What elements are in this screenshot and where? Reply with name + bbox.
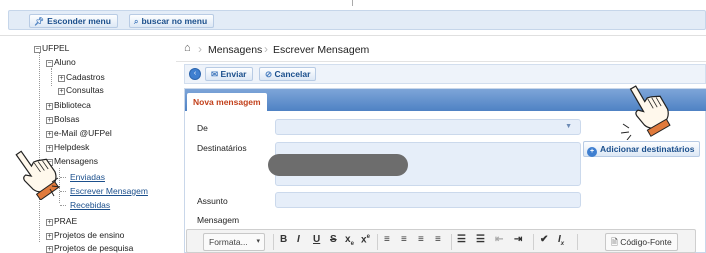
expand-icon[interactable]: + — [58, 88, 65, 95]
strikethrough-icon[interactable]: S — [330, 234, 337, 245]
tree-item-prae[interactable]: + PRAE — [46, 216, 77, 226]
breadcrumb-mensagens[interactable]: Mensagens — [208, 44, 262, 56]
tab-nova-mensagem[interactable]: Nova mensagem — [187, 93, 267, 111]
menu-toolbar: 📌︎ Esconder menu ⌕ buscar no menu — [8, 10, 706, 30]
editor-toolbar: Formata... ▾ B I U S xe xe ≡ ≡ ≡ ≡ ☰ ☰ ⇤ … — [186, 229, 696, 253]
remove-format-icon[interactable]: Ix — [558, 234, 564, 247]
numbered-list-icon[interactable]: ☰ — [457, 234, 466, 245]
bold-icon[interactable]: B — [280, 234, 287, 245]
tree-item-consultas[interactable]: + Consultas — [58, 85, 104, 95]
redacted-sender — [268, 154, 408, 176]
superscript-icon[interactable]: xe — [361, 234, 370, 245]
divider — [352, 0, 353, 6]
top-toolbar: 📌︎ Esconder menu ⌕ buscar no menu — [0, 0, 706, 36]
tree-item-cadastros[interactable]: + Cadastros — [58, 72, 105, 82]
tree-item-ufpel[interactable]: − UFPEL — [34, 43, 69, 53]
align-justify-icon[interactable]: ≡ — [435, 234, 441, 245]
home-icon[interactable]: ⌂ — [184, 42, 191, 54]
pin-icon: 📌︎ — [34, 17, 45, 26]
recipients-label: Destinatários — [197, 143, 247, 153]
subject-input[interactable] — [275, 192, 581, 208]
collapse-icon[interactable]: − — [34, 46, 41, 53]
back-icon[interactable]: ‹ — [189, 68, 201, 80]
subscript-icon[interactable]: xe — [345, 234, 354, 247]
expand-icon[interactable]: + — [46, 103, 53, 110]
format-select[interactable]: Formata... ▾ — [203, 233, 265, 251]
from-select[interactable]: ▼ — [275, 119, 581, 135]
tree-item-aluno[interactable]: − Aluno — [46, 57, 76, 67]
cancel-icon: ⊘ — [265, 69, 273, 79]
add-icon: + — [587, 147, 597, 157]
subject-label: Assunto — [197, 196, 228, 206]
expand-icon[interactable]: + — [46, 131, 53, 138]
breadcrumb-escrever-mensagem: Escrever Mensagem — [273, 44, 370, 56]
expand-icon[interactable]: + — [46, 117, 53, 124]
main-content: ⌂ › Mensagens › Escrever Mensagem ‹ ✉ En… — [176, 36, 706, 253]
align-center-icon[interactable]: ≡ — [401, 234, 407, 245]
tree-item-escrever-mensagem[interactable]: Escrever Mensagem — [70, 186, 148, 196]
tree-item-projetos-pesquisa[interactable]: + Projetos de pesquisa — [46, 243, 133, 253]
search-menu-button[interactable]: ⌕ buscar no menu — [129, 14, 215, 28]
document-icon: 🗎︎ — [611, 237, 618, 247]
cancel-button[interactable]: ⊘ Cancelar — [259, 67, 317, 81]
send-button[interactable]: ✉ Enviar — [205, 67, 253, 81]
expand-icon[interactable]: + — [46, 246, 53, 253]
tree-item-bolsas[interactable]: + Bolsas — [46, 114, 80, 124]
bullet-list-icon[interactable]: ☰ — [476, 234, 485, 245]
tree-item-email[interactable]: + e-Mail @UFPel — [46, 128, 112, 138]
hand-pointer-icon — [15, 150, 61, 200]
hand-pointer-icon — [620, 85, 671, 140]
search-icon: ⌕ — [134, 17, 139, 26]
expand-icon[interactable]: + — [46, 233, 53, 240]
source-code-button[interactable]: 🗎︎ Código-Fonte — [605, 233, 678, 251]
tree-item-biblioteca[interactable]: + Biblioteca — [46, 100, 91, 110]
collapse-icon[interactable]: − — [46, 60, 53, 67]
chevron-down-icon: ▼ — [565, 123, 572, 130]
from-label: De — [197, 123, 208, 133]
envelope-icon: ✉ — [211, 69, 219, 79]
chevron-down-icon: ▾ — [256, 238, 260, 245]
tree-item-projetos-ensino[interactable]: + Projetos de ensino — [46, 230, 124, 240]
message-label: Mensagem — [197, 215, 240, 225]
indent-icon[interactable]: ⇥ — [514, 234, 522, 245]
sidebar-tree: − UFPEL − Aluno + Cadastros + Consultas + Bib… — [0, 40, 176, 253]
italic-icon[interactable]: I — [297, 234, 300, 245]
brush-icon[interactable]: ✔ — [540, 234, 548, 245]
hide-menu-button[interactable]: 📌︎ Esconder menu — [29, 14, 118, 28]
tree-item-enviadas[interactable]: Enviadas — [70, 172, 105, 182]
breadcrumb: ⌂ › Mensagens › Escrever Mensagem — [176, 36, 706, 62]
expand-icon[interactable]: + — [58, 75, 65, 82]
align-right-icon[interactable]: ≡ — [418, 234, 424, 245]
add-recipients-button[interactable]: + Adicionar destinatários — [583, 141, 701, 157]
outdent-icon[interactable]: ⇤ — [495, 234, 503, 245]
tree-item-recebidas[interactable]: Recebidas — [70, 200, 110, 210]
expand-icon[interactable]: + — [46, 219, 53, 226]
underline-icon[interactable]: U — [313, 234, 320, 245]
align-left-icon[interactable]: ≡ — [384, 234, 390, 245]
